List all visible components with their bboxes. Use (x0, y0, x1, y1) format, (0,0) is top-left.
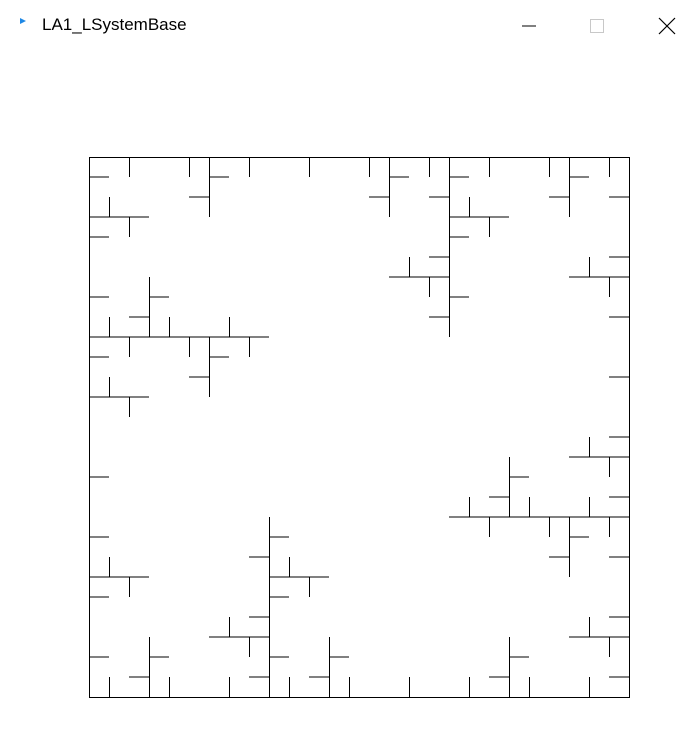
app-window: LA1_LSystemBase (0, 0, 700, 745)
lsystem-canvas (89, 157, 630, 698)
lsystem-drawing (89, 157, 630, 698)
